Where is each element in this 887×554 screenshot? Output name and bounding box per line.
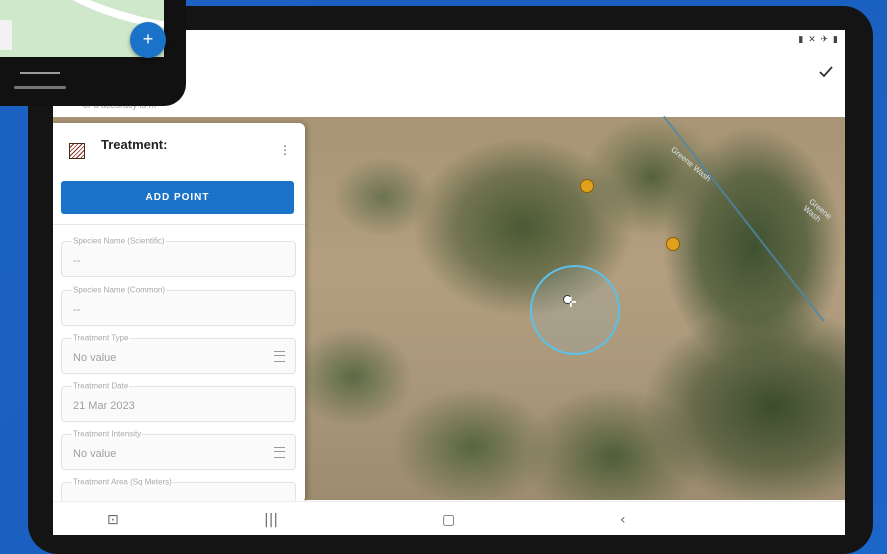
- field-value: No value: [73, 352, 117, 364]
- treatment-area-field[interactable]: Treatment Area (Sq Meters): [61, 477, 296, 503]
- phone-overlay: +: [0, 0, 186, 106]
- map-marker[interactable]: [666, 237, 680, 251]
- panel-header: Treatment: ⋮: [53, 123, 305, 171]
- panel-title: Treatment:: [101, 137, 168, 152]
- check-icon: [819, 66, 833, 78]
- add-point-button[interactable]: ADD POINT: [61, 181, 294, 214]
- field-label: Species Name (Common): [72, 285, 167, 295]
- species-common-field[interactable]: Species Name (Common) --: [61, 285, 296, 326]
- field-value: --: [73, 255, 81, 267]
- phone-ui-strip: [0, 20, 12, 50]
- screenshot-icon[interactable]: ⊡: [107, 512, 119, 528]
- confirm-check-button[interactable]: [817, 63, 835, 81]
- wash-line: [663, 115, 825, 322]
- list-menu-icon[interactable]: [274, 447, 285, 458]
- crosshair-icon: ✛: [565, 295, 577, 311]
- map-label-greene-wash-2: Greene Wash: [801, 197, 834, 224]
- species-scientific-field[interactable]: Species Name (Scientific) --: [61, 236, 296, 277]
- field-value: No value: [73, 448, 117, 460]
- recents-icon[interactable]: |||: [264, 512, 278, 528]
- field-label: Species Name (Scientific): [72, 236, 166, 246]
- more-options-icon[interactable]: ⋮: [279, 143, 291, 157]
- status-bar: ▮ ✕ ✈ ▮: [798, 35, 839, 45]
- field-label: Treatment Intensity: [72, 429, 143, 439]
- map-marker[interactable]: [580, 179, 594, 193]
- app-screen: ▮ ✕ ✈ ▮ or a accuracy is m Greene Wash G…: [53, 30, 845, 535]
- treatment-pattern-icon: [69, 143, 85, 159]
- home-icon[interactable]: ▢: [442, 512, 455, 528]
- field-label: Treatment Date: [72, 381, 130, 391]
- android-nav-bar: ⊡ ||| ▢ ‹: [53, 501, 845, 535]
- treatment-type-select[interactable]: Treatment Type No value: [61, 333, 296, 374]
- field-value: 21 Mar 2023: [73, 400, 135, 412]
- phone-home-indicator[interactable]: [14, 86, 66, 89]
- treatment-panel: Treatment: ⋮ ADD POINT Species Name (Sci…: [53, 123, 305, 503]
- field-value: --: [73, 304, 81, 316]
- back-icon[interactable]: ‹: [620, 512, 626, 528]
- divider: [53, 224, 305, 225]
- list-menu-icon[interactable]: [274, 351, 285, 362]
- field-label: Treatment Area (Sq Meters): [72, 477, 173, 487]
- phone-add-button[interactable]: +: [130, 22, 166, 58]
- field-label: Treatment Type: [72, 333, 130, 343]
- treatment-date-field[interactable]: Treatment Date 21 Mar 2023: [61, 381, 296, 422]
- treatment-intensity-select[interactable]: Treatment Intensity No value: [61, 429, 296, 470]
- phone-divider: [20, 72, 60, 74]
